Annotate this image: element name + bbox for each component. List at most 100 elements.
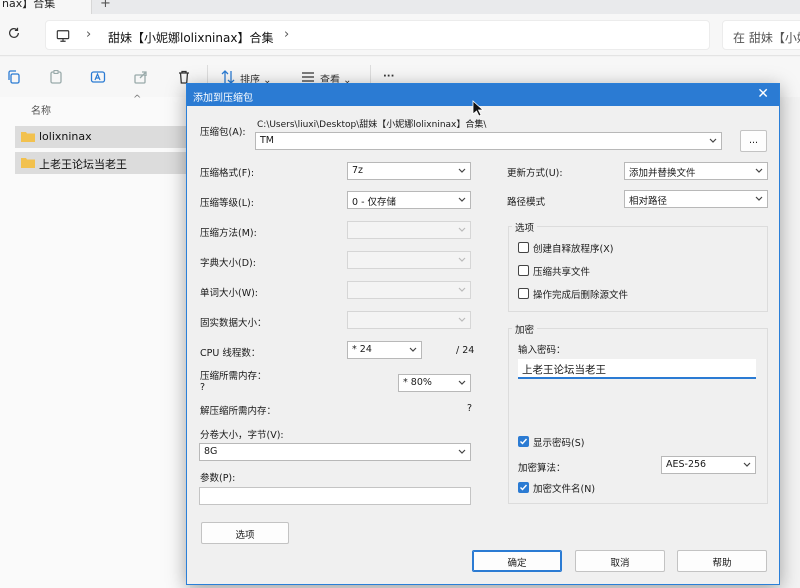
- method-combo[interactable]: [347, 221, 471, 239]
- help-button[interactable]: 帮助: [677, 550, 767, 572]
- explorer-tab[interactable]: nax】合集: [0, 0, 92, 14]
- ok-label: 确定: [507, 558, 527, 569]
- ok-button[interactable]: 确定: [472, 550, 562, 572]
- format-value: 7z: [352, 165, 364, 176]
- tab-strip: nax】合集 +: [0, 0, 800, 14]
- chevron-right-icon[interactable]: ›: [86, 27, 91, 42]
- encryption-group: 加密 输入密码： 上老王论坛当老王 显示密码(S) 加密算法： AES-256 …: [508, 322, 768, 504]
- mem-comp-value: ?: [200, 382, 206, 393]
- breadcrumb[interactable]: 甜妹【小妮娜lolixninax】合集: [108, 29, 273, 46]
- encrypt-names-checkbox[interactable]: [518, 482, 529, 493]
- path-mode-value: 相对路径: [629, 196, 668, 207]
- volume-combo[interactable]: 8G: [199, 443, 471, 461]
- threads-total: / 24: [456, 345, 475, 356]
- enc-method-value: AES-256: [666, 459, 707, 470]
- mem-comp-combo[interactable]: * 80%: [398, 374, 471, 392]
- options-button-label: 选项: [235, 530, 255, 541]
- address-bar[interactable]: › 甜妹【小妮娜lolixninax】合集 ›: [45, 20, 710, 50]
- update-combo[interactable]: 添加并替换文件: [624, 162, 768, 180]
- copy-icon[interactable]: [6, 69, 22, 85]
- chevron-down-icon: [458, 380, 466, 385]
- check-icon: [520, 484, 528, 491]
- search-placeholder: 在 甜妹【小妮: [733, 31, 800, 45]
- archive-name-value: TM: [260, 135, 274, 146]
- word-combo[interactable]: [347, 281, 471, 299]
- search-box[interactable]: 在 甜妹【小妮: [722, 20, 800, 50]
- update-value: 添加并替换文件: [629, 168, 696, 179]
- address-row: › 甜妹【小妮娜lolixninax】合集 › 在 甜妹【小妮: [0, 14, 800, 56]
- delete-source-checkbox[interactable]: [518, 288, 529, 299]
- chevron-down-icon: [409, 347, 417, 352]
- chevron-right-icon[interactable]: ›: [284, 27, 289, 42]
- show-password-label: 显示密码(S): [533, 438, 585, 449]
- update-label: 更新方式(U):: [507, 168, 563, 179]
- close-icon[interactable]: ✕: [757, 86, 769, 102]
- archive-name-combo[interactable]: TM: [255, 132, 722, 150]
- enc-method-combo[interactable]: AES-256: [661, 456, 756, 474]
- chevron-down-icon: [458, 257, 466, 262]
- chevron-down-icon: [755, 196, 763, 201]
- chevron-down-icon: [458, 197, 466, 202]
- format-combo[interactable]: 7z: [347, 162, 471, 180]
- params-input[interactable]: [199, 487, 471, 505]
- add-to-archive-dialog: 添加到压缩包 ✕ 压缩包(A): C:\Users\liuxi\Desktop\…: [186, 83, 780, 585]
- more-options-button[interactable]: ···: [383, 71, 394, 82]
- help-label: 帮助: [712, 558, 732, 569]
- list-item[interactable]: lolixninax: [15, 126, 190, 148]
- file-name: lolixninax: [39, 130, 92, 143]
- threads-combo[interactable]: * 24: [347, 341, 422, 359]
- share-icon[interactable]: [133, 69, 149, 85]
- volume-value: 8G: [204, 446, 218, 457]
- new-tab-button[interactable]: +: [100, 0, 111, 11]
- solid-combo[interactable]: [347, 311, 471, 329]
- paste-icon[interactable]: [48, 69, 64, 85]
- mem-comp-combo-value: * 80%: [403, 377, 432, 388]
- password-value: 上老王论坛当老王: [522, 364, 606, 376]
- path-mode-label: 路径模式: [507, 197, 546, 208]
- options-group-title: 选项: [512, 220, 538, 234]
- sfx-checkbox[interactable]: [518, 242, 529, 253]
- options-button[interactable]: 选项: [201, 522, 289, 544]
- dict-combo[interactable]: [347, 251, 471, 269]
- mem-decomp-value: ?: [467, 403, 473, 414]
- level-label: 压缩等级(L):: [200, 198, 254, 209]
- password-input[interactable]: 上老王论坛当老王: [518, 359, 756, 379]
- archive-path: C:\Users\liuxi\Desktop\甜妹【小妮娜lolixninax】…: [257, 120, 487, 130]
- threads-label: CPU 线程数：: [200, 348, 261, 359]
- dict-label: 字典大小(D):: [200, 258, 256, 269]
- rename-icon[interactable]: [90, 69, 106, 85]
- word-label: 单词大小(W):: [200, 288, 259, 299]
- chevron-down-icon: [743, 462, 751, 467]
- chevron-down-icon: [458, 168, 466, 173]
- shared-checkbox[interactable]: [518, 265, 529, 276]
- cancel-button[interactable]: 取消: [575, 550, 665, 572]
- sfx-label: 创建自释放程序(X): [533, 244, 614, 255]
- list-item[interactable]: 上老王论坛当老王: [15, 152, 190, 174]
- format-label: 压缩格式(F):: [200, 168, 255, 179]
- show-password-checkbox[interactable]: [518, 436, 529, 447]
- column-header-name[interactable]: 名称: [31, 102, 51, 117]
- threads-value: * 24: [352, 344, 372, 355]
- archive-label: 压缩包(A):: [200, 127, 246, 138]
- folder-icon: [21, 132, 35, 142]
- file-name: 上老王论坛当老王: [39, 158, 127, 171]
- sort-up-icon: ^: [133, 94, 142, 105]
- params-label: 参数(P):: [200, 473, 236, 484]
- encryption-group-title: 加密: [512, 322, 538, 336]
- delete-source-label: 操作完成后删除源文件: [533, 290, 629, 301]
- enc-method-label: 加密算法：: [518, 463, 566, 474]
- path-mode-combo[interactable]: 相对路径: [624, 190, 768, 208]
- method-label: 压缩方法(M):: [200, 228, 257, 239]
- folder-icon: [21, 158, 35, 168]
- options-group: 选项 创建自释放程序(X) 压缩共享文件 操作完成后删除源文件: [508, 220, 768, 312]
- mem-decomp-label: 解压缩所需内存：: [200, 406, 277, 417]
- browse-button[interactable]: ...: [740, 130, 767, 152]
- level-combo[interactable]: 0 - 仅存储: [347, 191, 471, 209]
- encrypt-names-label: 加密文件名(N): [533, 484, 596, 495]
- chevron-down-icon: [755, 168, 763, 173]
- chevron-down-icon: [458, 317, 466, 322]
- refresh-icon[interactable]: [7, 26, 21, 40]
- tab-title: nax】合集: [2, 0, 56, 10]
- password-label: 输入密码：: [518, 345, 566, 356]
- chevron-down-icon: [458, 227, 466, 232]
